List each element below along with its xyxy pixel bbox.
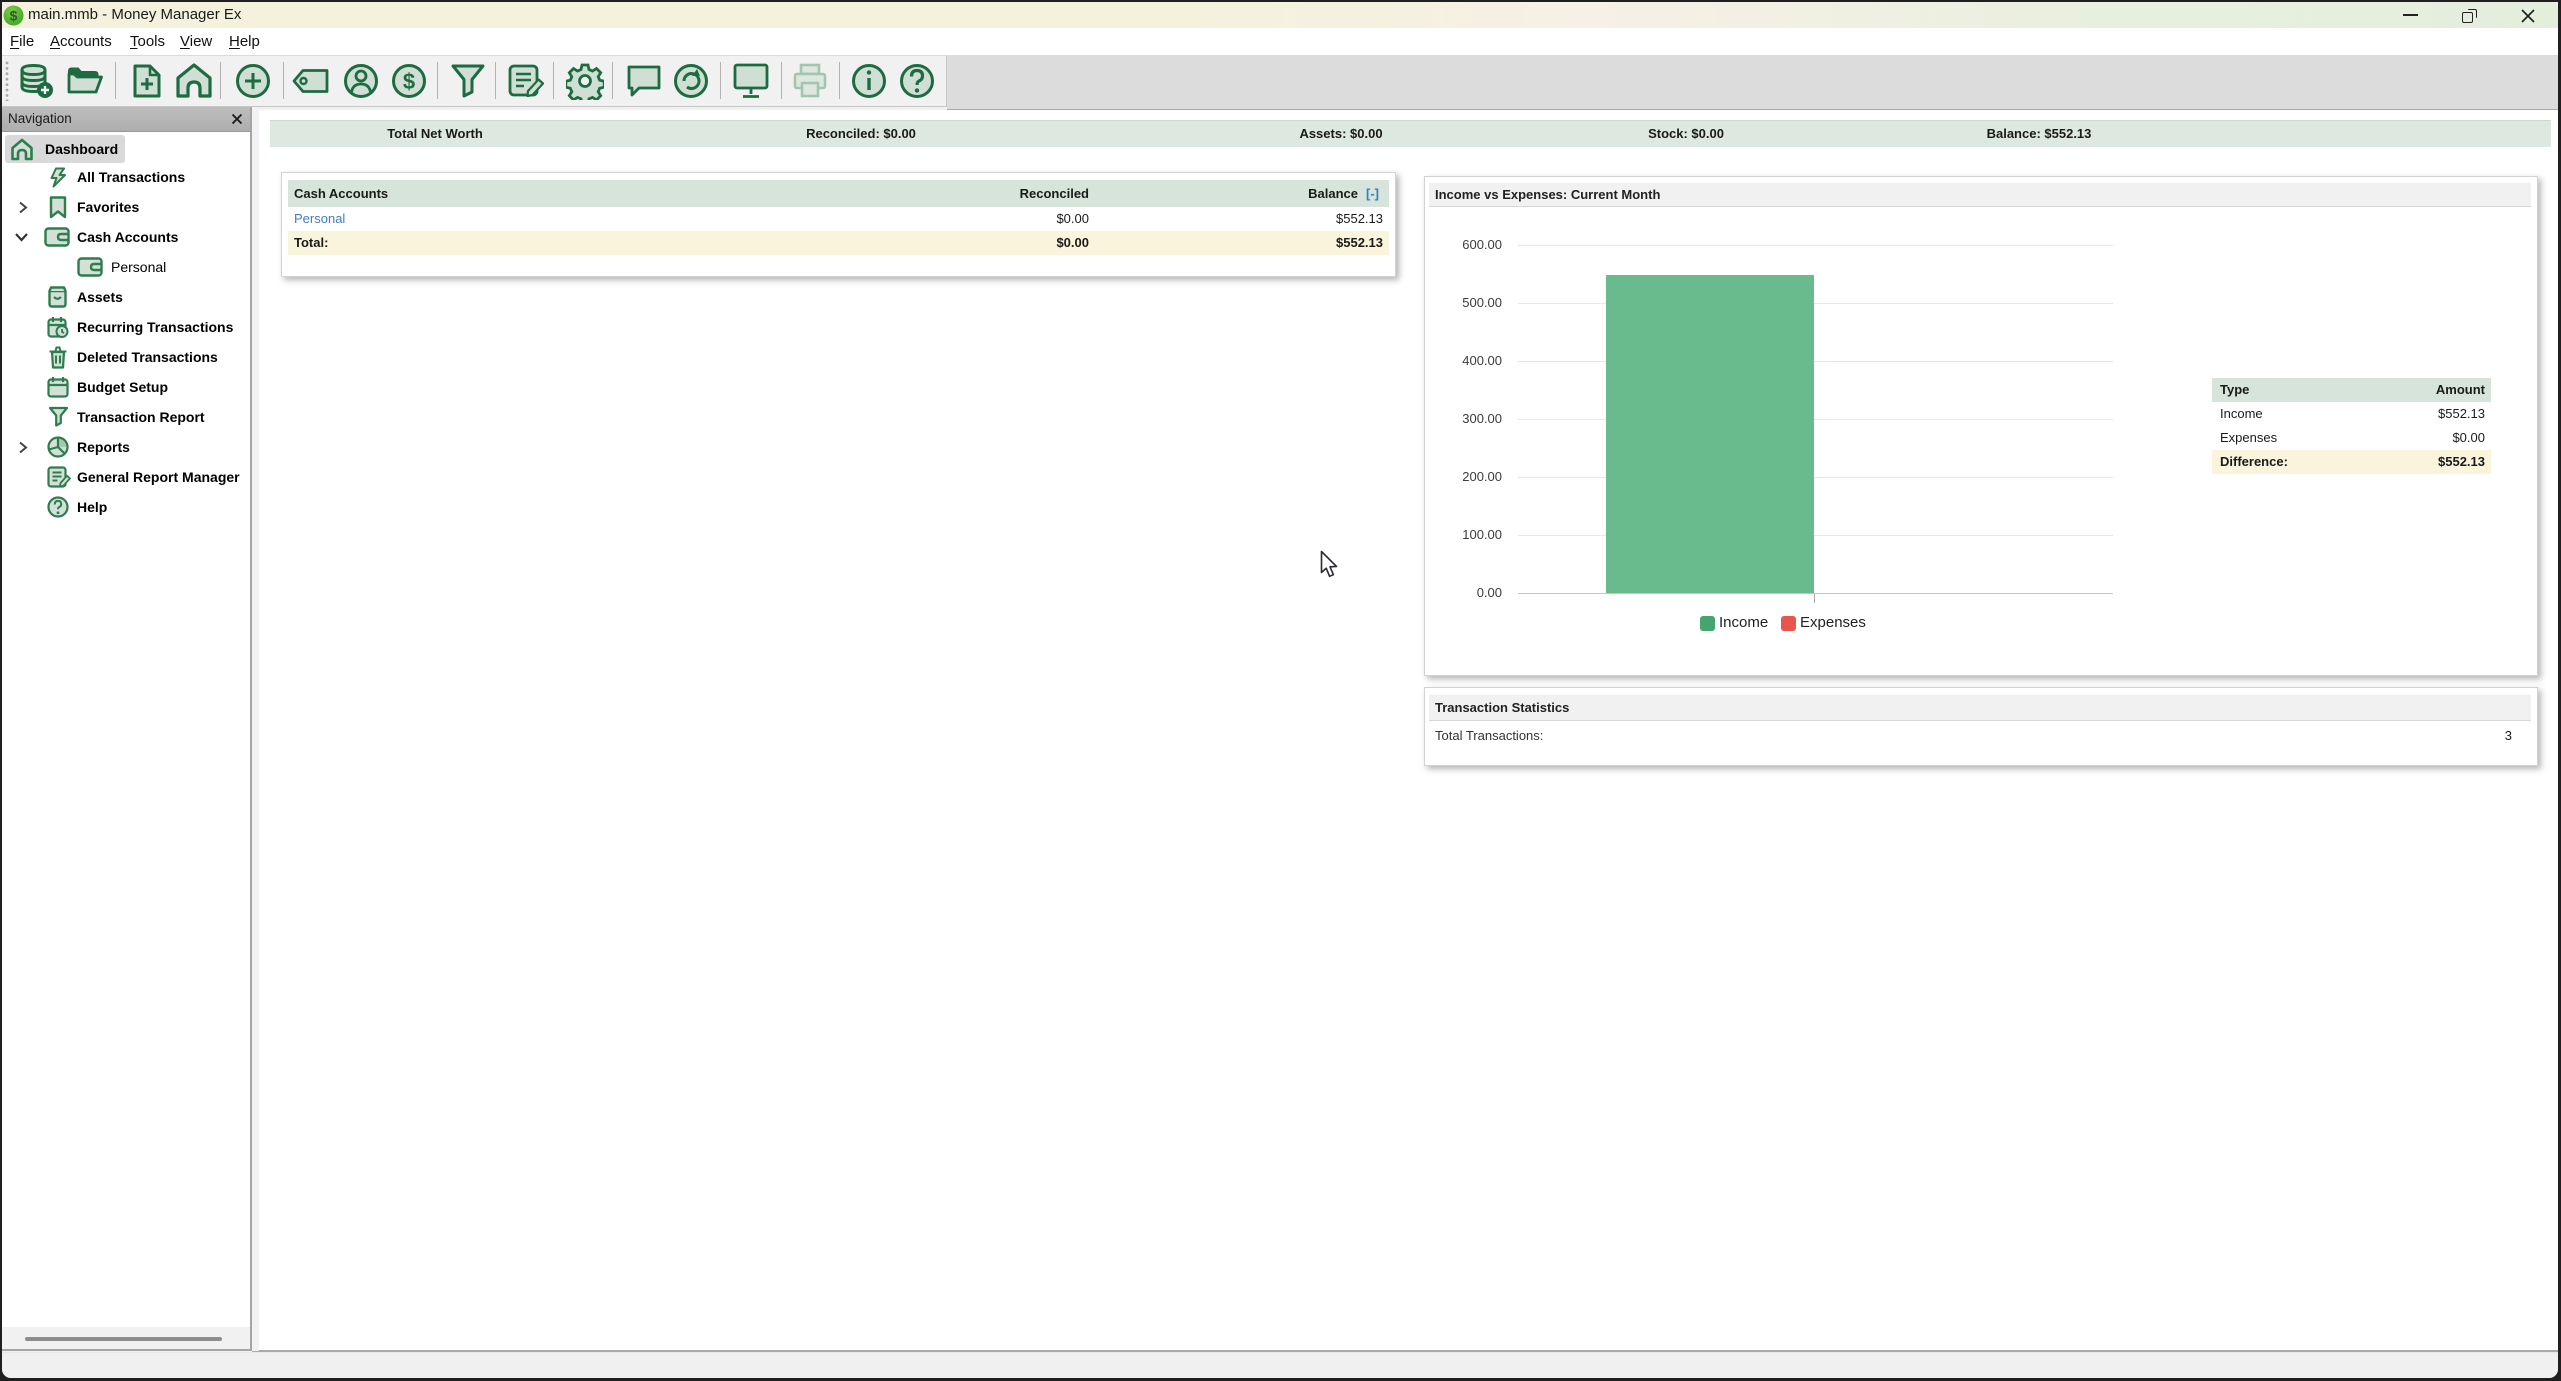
svg-text:$: $ <box>10 8 18 24</box>
svg-text:$: $ <box>403 69 415 94</box>
